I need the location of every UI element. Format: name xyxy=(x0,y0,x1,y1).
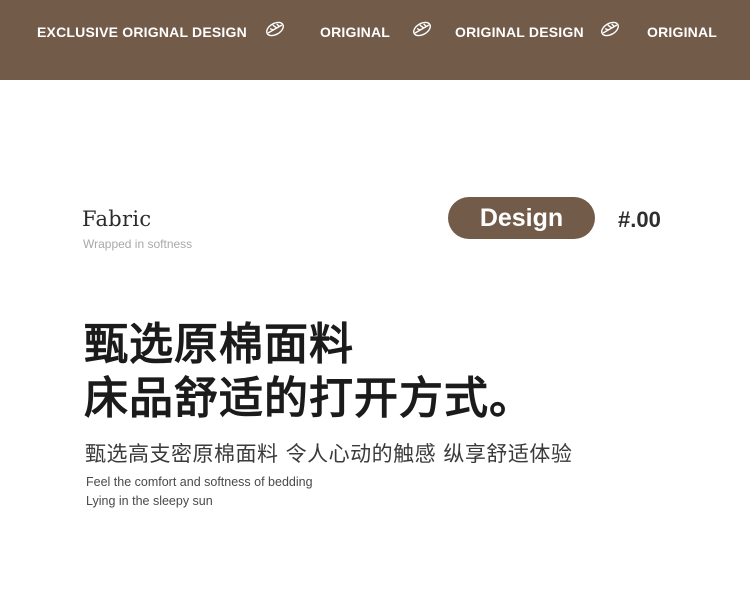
banner-text-original-2: ORIGINAL xyxy=(647,24,718,40)
leaf-icon xyxy=(264,19,286,39)
banner-text-exclusive-design: EXCLUSIVE ORIGNAL DESIGN xyxy=(37,24,247,40)
fabric-title: Fabric xyxy=(82,207,152,231)
design-badge: Design xyxy=(448,197,595,239)
leaf-icon xyxy=(411,19,433,39)
top-banner: EXCLUSIVE ORIGNAL DESIGN ORIGINAL ORIGIN… xyxy=(0,0,750,80)
headline-line-2: 床品舒适的打开方式。 xyxy=(84,373,534,424)
english-line-2: Lying in the sleepy sun xyxy=(86,494,213,508)
leaf-icon xyxy=(599,19,621,39)
english-line-1: Feel the comfort and softness of bedding xyxy=(86,475,313,489)
banner-text-original-design: ORIGINAL DESIGN xyxy=(455,24,584,40)
banner-text-original-1: ORIGINAL xyxy=(320,24,391,40)
chinese-subline: 甄选高支密原棉面料 令人心动的触感 纵享舒适体验 xyxy=(85,442,573,466)
design-number: #.00 xyxy=(618,207,661,232)
fabric-subtitle: Wrapped in softness xyxy=(83,237,193,251)
